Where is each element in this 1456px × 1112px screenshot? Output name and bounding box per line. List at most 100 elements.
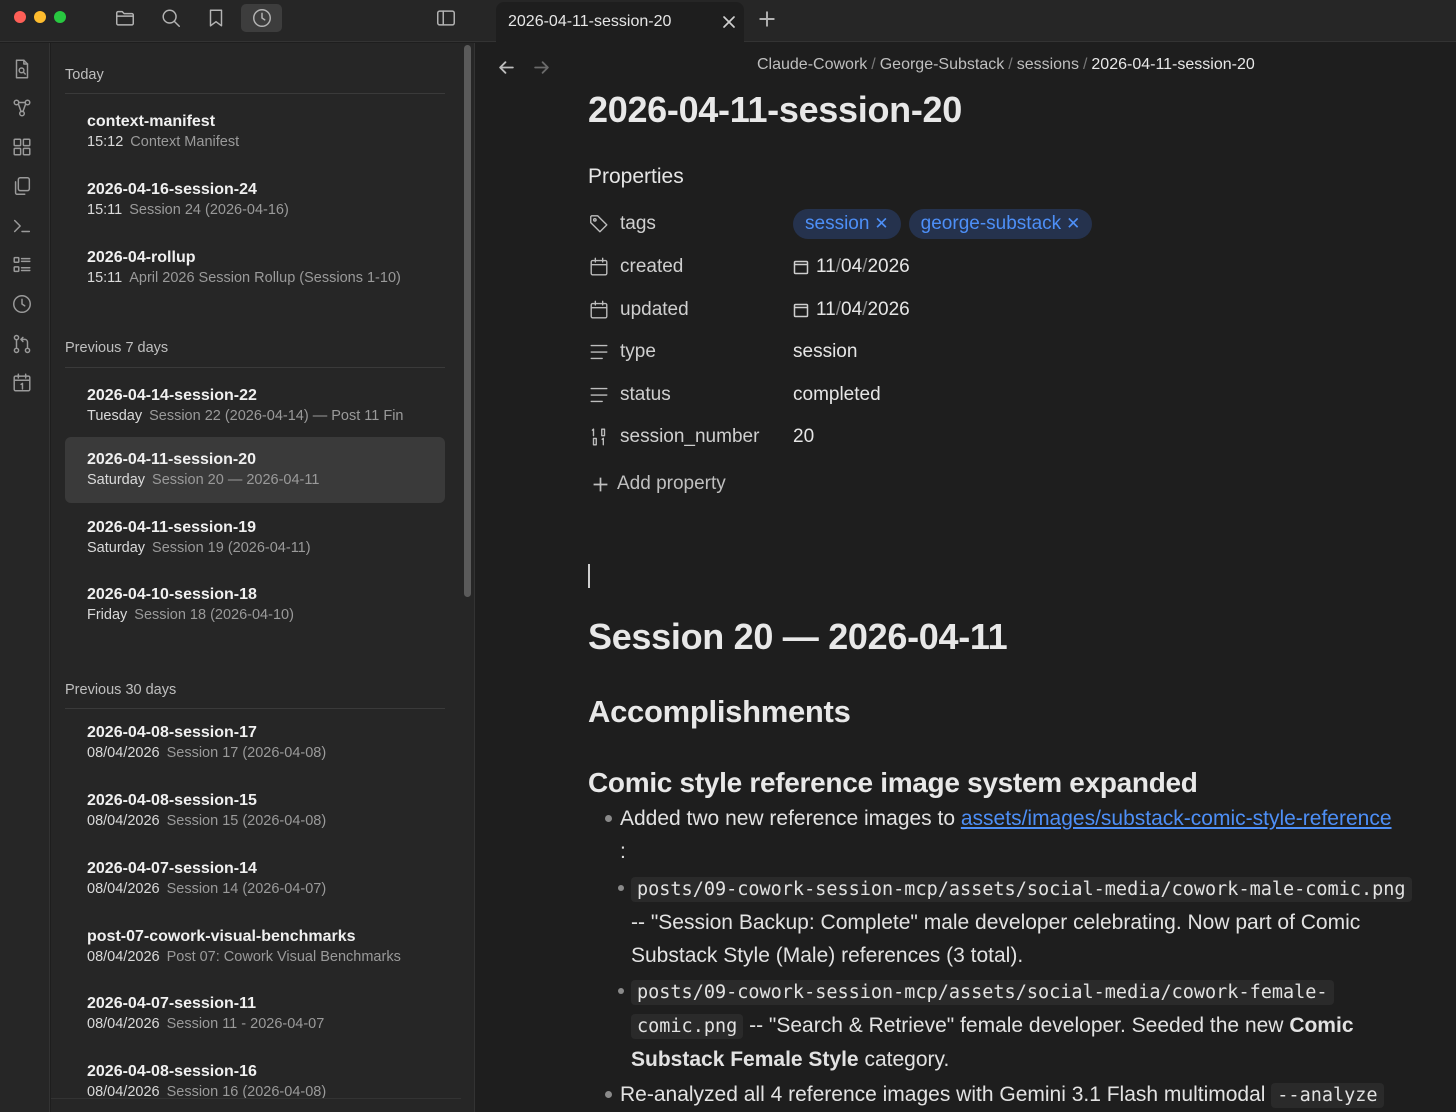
list-item[interactable]: 2026-04-10-session-18 Friday Session 18 (… [65,572,445,638]
note-date: 08/04/2026 [87,813,160,829]
note-date: 15:11 [87,202,123,218]
property-key-label: tags [620,213,656,234]
forward-arrow-icon[interactable] [529,55,553,79]
new-tab-plus-icon[interactable] [752,5,782,33]
date-picker-icon[interactable] [793,259,809,275]
property-key-label: updated [620,299,689,320]
git-branch-icon[interactable] [9,331,35,357]
text-lines-icon [590,387,608,403]
folder-icon[interactable] [108,4,142,32]
date-day: 11 [816,256,836,277]
property-key[interactable]: tags [588,213,793,235]
bookmark-icon[interactable] [199,4,233,32]
breadcrumb-current[interactable]: 2026-04-11-session-20 [1091,56,1254,73]
close-window-button[interactable] [14,11,26,23]
canvas-grid-icon[interactable] [9,134,35,160]
list-item-selected[interactable]: 2026-04-11-session-20 Saturday Session 20… [65,437,445,503]
tag-pill[interactable]: george-substack ✕ [908,209,1093,239]
note-date: 08/04/2026 [87,949,160,965]
remove-tag-icon[interactable]: ✕ [874,214,888,234]
list-item-text[interactable]: posts/09-cowork-session-mcp/assets/socia… [631,872,1451,972]
tag-pill[interactable]: session ✕ [793,209,901,239]
property-key[interactable]: session_number [588,426,793,448]
property-key[interactable]: updated [588,299,793,321]
property-value[interactable]: session ✕ george-substack ✕ [793,209,1100,239]
tag-label: session [805,213,870,234]
sidebar-scrollbar-thumb[interactable] [464,45,471,597]
heading-1[interactable]: Session 20 — 2026-04-11 [588,616,1008,658]
list-item[interactable]: 2026-04-14-session-22 Tuesday Session 22 … [65,373,445,439]
search-icon[interactable] [154,4,188,32]
list-item[interactable]: context-manifest 15:12 Context Manifest [65,99,445,165]
note-date: 15:11 [87,270,123,286]
graph-view-icon[interactable] [9,95,35,121]
note-date: Friday [87,607,128,623]
note-title: 2026-04-10-session-18 [87,586,257,603]
copy-files-icon[interactable] [9,173,35,199]
list-item[interactable]: 2026-04-16-session-24 15:11 Session 24 (2… [65,167,445,233]
list-item[interactable]: 2026-04-08-session-15 08/04/2026 Session … [65,778,445,844]
group-header-previous-30-days: Previous 30 days [65,682,177,698]
note-title: context-manifest [87,113,216,130]
list-item[interactable]: 2026-04-08-session-17 08/04/2026 Session … [65,710,445,776]
terminal-icon[interactable] [9,213,35,239]
property-key[interactable]: created [588,256,793,278]
back-arrow-icon[interactable] [494,55,518,79]
list-item-text[interactable]: Re-analyzed all 4 reference images with … [620,1078,1456,1112]
property-key-label: type [620,341,656,362]
property-value-date[interactable]: 11/04/2026 [793,299,910,321]
text-cursor [588,564,590,588]
add-property-label: Add property [617,473,726,494]
property-key-label: session_number [620,426,760,447]
title-bar: 2026-04-11-session-20 [0,0,1456,42]
note-date: 08/04/2026 [87,745,160,761]
internal-link[interactable]: assets/images/substack-comic-style-refer… [961,807,1392,830]
property-row-status: status completed [588,377,1448,413]
list-item-text[interactable]: posts/09-cowork-session-mcp/assets/socia… [631,975,1451,1076]
list-item-text[interactable]: Added two new reference images to assets… [620,802,1456,868]
breadcrumb-item[interactable]: Claude-Cowork [757,56,867,73]
breadcrumb-item[interactable]: George-Substack [880,56,1005,73]
property-value[interactable]: 20 [793,426,814,448]
list-item[interactable]: post-07-cowork-visual-benchmarks 08/04/2… [65,914,445,980]
date-picker-icon[interactable] [793,302,809,318]
remove-tag-icon[interactable]: ✕ [1066,214,1080,234]
bullet-text: -- "Session Backup: Complete" male devel… [631,911,1361,934]
note-description: Session 22 (2026-04-14) — Post 11 Fin [149,408,404,424]
property-key-label: created [620,256,684,277]
active-tab[interactable]: 2026-04-11-session-20 [496,2,744,42]
calendar-icon [590,300,608,319]
page-title[interactable]: 2026-04-11-session-20 [588,89,962,131]
zoom-window-button[interactable] [54,11,66,23]
add-property-button[interactable]: Add property [592,473,726,495]
divider [65,93,445,94]
inline-code: comic.png [631,1014,744,1039]
property-value-date[interactable]: 11/04/2026 [793,256,910,278]
heading-3[interactable]: Comic style reference image system expan… [588,767,1198,799]
note-title: 2026-04-16-session-24 [87,181,257,198]
property-key[interactable]: status [588,384,793,406]
recent-files-clock-icon[interactable] [241,4,282,32]
list-item[interactable]: 2026-04-11-session-19 Saturday Session 19… [65,505,445,571]
list-item[interactable]: 2026-04-rollup 15:11 April 2026 Session R… [65,235,445,301]
close-tab-icon[interactable] [714,7,744,37]
list-item[interactable]: 2026-04-07-session-14 08/04/2026 Session … [65,846,445,912]
note-description: Session 15 (2026-04-08) [166,813,327,829]
breadcrumb-item[interactable]: sessions [1017,56,1079,73]
open-quick-switcher-icon[interactable] [9,56,35,82]
plus-icon [593,477,608,491]
heading-2[interactable]: Accomplishments [588,694,851,730]
history-clock-icon[interactable] [9,291,35,317]
date-year: 2026 [867,256,910,277]
minimize-window-button[interactable] [34,11,46,23]
properties-heading[interactable]: Properties [588,165,684,189]
property-value[interactable]: completed [793,384,881,406]
toggle-sidebar-icon[interactable] [429,4,463,32]
recent-files-panel: Today context-manifest 15:12 Context Mani… [51,43,461,1112]
list-item[interactable]: 2026-04-07-session-11 08/04/2026 Session … [65,981,445,1047]
list-item[interactable]: 2026-04-08-session-16 08/04/2026 Session … [65,1049,445,1112]
outline-list-icon[interactable] [9,252,35,278]
property-value[interactable]: session [793,341,857,363]
daily-note-calendar-icon[interactable] [9,370,35,396]
property-key[interactable]: type [588,341,793,363]
